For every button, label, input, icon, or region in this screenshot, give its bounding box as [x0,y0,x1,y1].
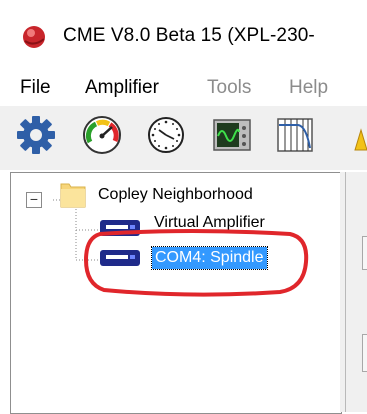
details-panel-field [362,334,367,372]
filter-plot-icon[interactable] [276,114,316,156]
tree-expander[interactable]: − [26,192,42,208]
gear-icon[interactable] [16,114,56,156]
tree-root-label[interactable]: Copley Neighborhood [98,186,253,204]
menu-tools[interactable]: Tools [207,77,251,99]
details-panel-edge [360,183,367,203]
clock-icon[interactable] [146,114,186,156]
details-panel-field [362,236,367,270]
menu-help[interactable]: Help [289,77,328,99]
details-panel [345,172,367,412]
folder-icon [60,183,86,208]
menu-amplifier[interactable]: Amplifier [85,77,159,99]
window-title: CME V8.0 Beta 15 (XPL-230- [63,25,315,46]
app-icon [23,26,45,48]
oscilloscope-icon[interactable] [212,114,252,156]
menu-file[interactable]: File [20,77,51,99]
collapse-icon: − [29,191,39,207]
highlight-annotation [83,229,309,297]
warning-icon[interactable] [352,128,367,152]
gauge-icon[interactable] [82,114,122,156]
